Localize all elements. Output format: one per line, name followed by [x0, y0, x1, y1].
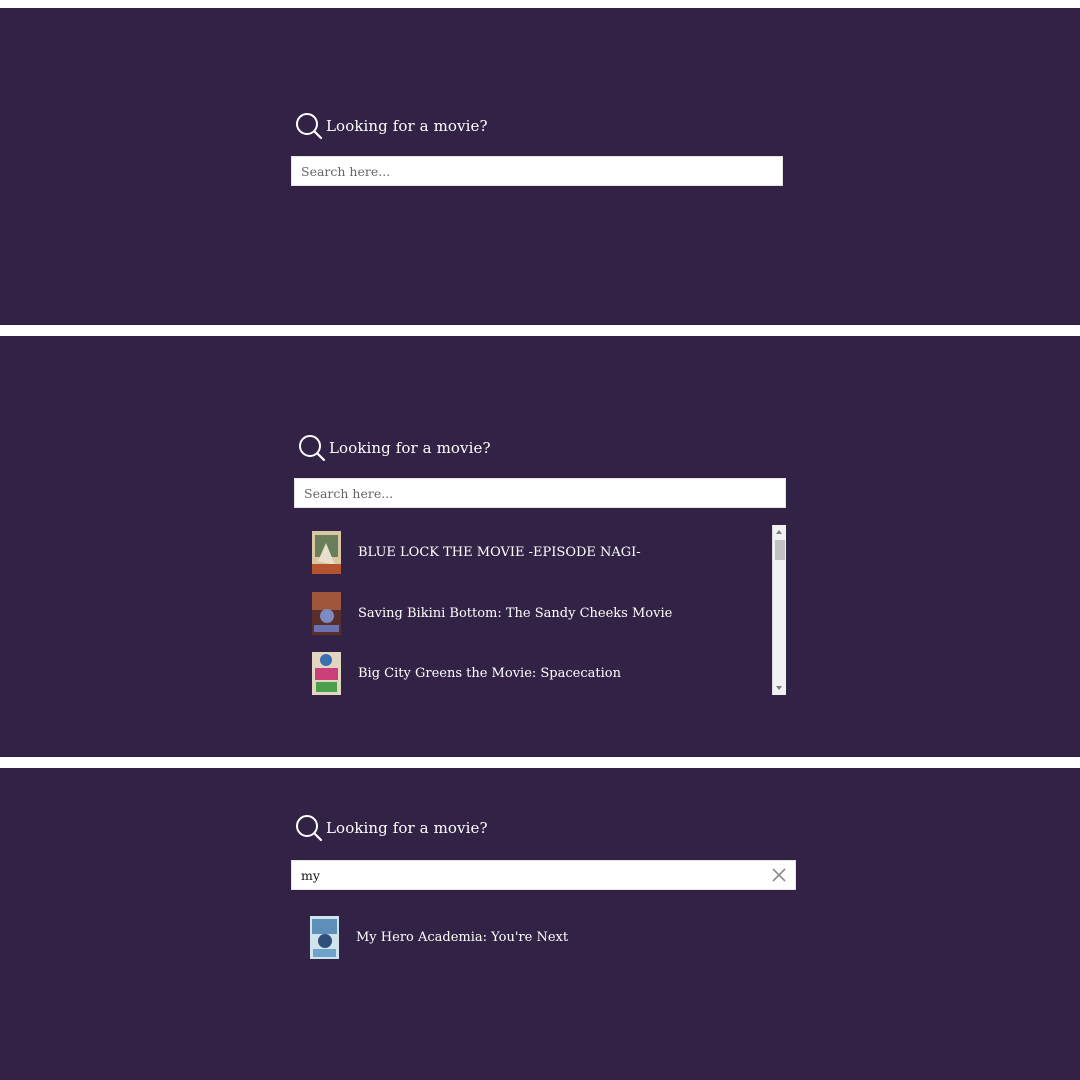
search-icon [298, 434, 326, 462]
movie-poster [312, 591, 341, 635]
close-icon[interactable] [771, 867, 787, 883]
results-scrollbar[interactable] [772, 525, 786, 695]
result-item[interactable]: My Hero Academia: You're Next [310, 915, 568, 959]
scroll-up-arrow[interactable] [776, 530, 782, 534]
result-item[interactable]: Big City Greens the Movie: Spacecation [312, 651, 621, 695]
search-panel-results: Looking for a movie? BLUE LOCK THE MOVIE… [0, 336, 1080, 757]
search-box [294, 478, 786, 508]
results-list: My Hero Academia: You're Next [310, 913, 770, 963]
search-heading: Looking for a movie? [298, 434, 491, 462]
heading-text: Looking for a movie? [329, 439, 491, 457]
search-panel-query: Looking for a movie? My Hero Academia: Y… [0, 768, 1080, 1080]
results-list: BLUE LOCK THE MOVIE -EPISODE NAGI- Savin… [312, 525, 770, 695]
search-heading: Looking for a movie? [295, 112, 488, 140]
heading-text: Looking for a movie? [326, 117, 488, 135]
search-input[interactable] [295, 479, 785, 507]
scroll-thumb[interactable] [775, 540, 785, 560]
result-item[interactable]: Saving Bikini Bottom: The Sandy Cheeks M… [312, 591, 672, 635]
search-input[interactable] [292, 861, 795, 889]
search-box [291, 860, 796, 890]
search-heading: Looking for a movie? [295, 814, 488, 842]
scroll-down-arrow[interactable] [776, 686, 782, 690]
result-title: BLUE LOCK THE MOVIE -EPISODE NAGI- [358, 544, 641, 560]
result-title: My Hero Academia: You're Next [356, 929, 569, 945]
result-item[interactable]: BLUE LOCK THE MOVIE -EPISODE NAGI- [312, 530, 641, 574]
result-title: Saving Bikini Bottom: The Sandy Cheeks M… [358, 605, 673, 621]
heading-text: Looking for a movie? [326, 819, 488, 837]
search-icon [295, 814, 323, 842]
search-icon [295, 112, 323, 140]
search-box [291, 156, 783, 186]
search-panel-empty: Looking for a movie? [0, 8, 1080, 325]
movie-poster [312, 651, 341, 695]
search-input[interactable] [292, 157, 782, 185]
movie-poster [312, 530, 341, 574]
result-title: Big City Greens the Movie: Spacecation [358, 665, 621, 681]
movie-poster [310, 915, 339, 959]
